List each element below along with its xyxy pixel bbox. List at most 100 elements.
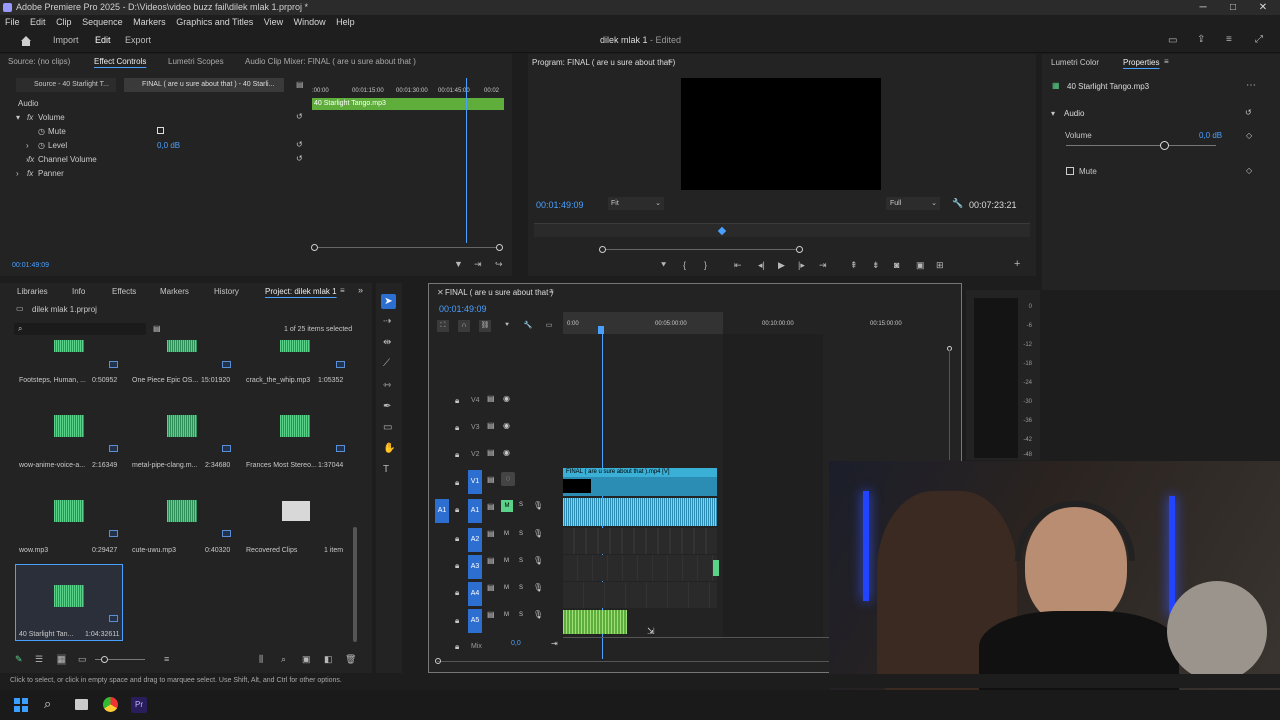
- sync-lock-icon[interactable]: ▤: [487, 583, 495, 592]
- audio-clip-a1[interactable]: [563, 498, 717, 526]
- project-menu-icon[interactable]: ≡: [340, 286, 345, 295]
- fullscreen-icon[interactable]: ⤢: [1255, 34, 1263, 45]
- solo-a1-button[interactable]: S: [519, 502, 523, 508]
- tab-libraries[interactable]: Libraries: [17, 287, 48, 296]
- lock-icon[interactable]: 🔒︎: [455, 505, 459, 515]
- track-select-icon[interactable]: ⇢: [383, 316, 391, 327]
- track-a2-target[interactable]: A2: [468, 528, 482, 552]
- tab-audio-clip-mixer[interactable]: Audio Clip Mixer: FINAL ( are u sure abo…: [245, 54, 416, 70]
- type-tool-icon[interactable]: T: [383, 464, 389, 475]
- audio-reset-icon[interactable]: ↺: [1245, 108, 1252, 117]
- video-clip[interactable]: FINAL ( are u sure about that ).mp4 [V]: [563, 468, 717, 496]
- audio-clip-a5-starlight[interactable]: [563, 610, 627, 634]
- sequence-clip-dropdown[interactable]: FINAL ( are u sure about that ) - 40 Sta…: [124, 78, 284, 92]
- tab-lumetri-scopes[interactable]: Lumetri Scopes: [168, 54, 224, 70]
- mute-a1-button[interactable]: M: [501, 500, 513, 512]
- menu-help[interactable]: Help: [336, 17, 355, 27]
- eye-icon[interactable]: ◉: [503, 394, 510, 403]
- program-menu-icon[interactable]: ≡: [668, 57, 673, 66]
- program-timecode[interactable]: 00:01:49:09: [536, 200, 584, 210]
- filter-icon[interactable]: ▼: [454, 259, 463, 269]
- track-a4-target[interactable]: A4: [468, 582, 482, 606]
- windows-start-icon[interactable]: [14, 698, 28, 712]
- new-item-icon[interactable]: ◧: [324, 654, 333, 665]
- pencil-icon[interactable]: ✎: [15, 654, 23, 665]
- volume-reset-icon[interactable]: ↺: [296, 112, 303, 121]
- horizontal-zoom-handle[interactable]: [435, 658, 441, 664]
- eye-icon[interactable]: ◉: [503, 448, 510, 457]
- audio-clip-a3-green[interactable]: [713, 560, 719, 576]
- clear-icon[interactable]: 🗑: [345, 654, 356, 665]
- menu-sequence[interactable]: Sequence: [82, 17, 123, 27]
- ec-zoom-bar[interactable]: [314, 247, 500, 248]
- timeline-settings-icon[interactable]: 🔧: [522, 320, 534, 332]
- level-expand-icon[interactable]: ›: [26, 141, 29, 150]
- camera-icon[interactable]: ◙: [894, 260, 899, 270]
- source-a1-patch[interactable]: A1: [435, 499, 449, 523]
- menu-window[interactable]: Window: [294, 17, 326, 27]
- program-zoom-right[interactable]: [796, 246, 803, 253]
- timeline-menu-icon[interactable]: ≡: [549, 287, 554, 296]
- quality-dropdown[interactable]: Full ⌄: [886, 197, 940, 210]
- mute-keyframe-icon[interactable]: ◇: [1246, 166, 1252, 175]
- lock-icon[interactable]: 🔒︎: [455, 561, 459, 571]
- sync-lock-icon[interactable]: ▤: [487, 448, 495, 457]
- track-a5-target[interactable]: A5: [468, 609, 482, 633]
- track-v1-target[interactable]: V1: [468, 470, 482, 494]
- lock-icon[interactable]: 🔒︎: [455, 588, 459, 598]
- find-icon[interactable]: ⌕: [281, 654, 286, 665]
- mute-button[interactable]: M: [504, 585, 509, 591]
- minimize-button[interactable]: ─: [1188, 0, 1218, 15]
- item-name[interactable]: Frances Most Stereo...: [246, 462, 317, 469]
- properties-volume-value[interactable]: 0,0 dB: [1199, 131, 1222, 140]
- mark-in-icon[interactable]: {: [683, 260, 686, 270]
- solo-button[interactable]: S: [519, 612, 523, 618]
- workspace-icon[interactable]: ▭: [1168, 35, 1177, 46]
- audio-thumbnail[interactable]: [54, 500, 84, 522]
- track-v3[interactable]: V3: [471, 424, 480, 431]
- solo-button[interactable]: S: [519, 585, 523, 591]
- automate-icon[interactable]: ⫼: [259, 654, 263, 665]
- mic-icon[interactable]: 🎙︎: [533, 556, 543, 565]
- hand-icon[interactable]: ✋: [383, 443, 395, 454]
- selection-tool-icon[interactable]: ➤: [381, 294, 396, 309]
- new-bin-icon[interactable]: ▣: [302, 654, 311, 665]
- chrome-icon[interactable]: [103, 697, 118, 712]
- properties-mute-checkbox[interactable]: [1066, 167, 1074, 175]
- mute-button[interactable]: M: [504, 612, 509, 618]
- level-value[interactable]: 0,0 dB: [157, 141, 180, 150]
- menu-icon[interactable]: ≡: [1226, 34, 1232, 45]
- timeline-close-icon[interactable]: ✕: [437, 288, 444, 297]
- sync-lock-icon[interactable]: ▤: [487, 556, 495, 565]
- menu-graphics-titles[interactable]: Graphics and Titles: [176, 17, 253, 27]
- zoom-slider-handle[interactable]: [101, 656, 108, 663]
- panner-expand-icon[interactable]: ›: [16, 169, 19, 178]
- item-name[interactable]: One Piece Epic OS...: [132, 377, 198, 384]
- timeline-empty-area[interactable]: [723, 334, 823, 639]
- lock-icon[interactable]: 🔒︎: [455, 534, 459, 544]
- tab-lumetri-color[interactable]: Lumetri Color: [1051, 58, 1099, 67]
- ec-zoom-handle-right[interactable]: [496, 244, 503, 251]
- item-name[interactable]: Footsteps, Human, ...: [19, 377, 86, 384]
- menu-view[interactable]: View: [264, 17, 283, 27]
- fit-dropdown[interactable]: Fit ⌄: [608, 197, 664, 210]
- project-scrollbar[interactable]: [353, 527, 357, 642]
- audio-clips-a4[interactable]: [563, 582, 717, 608]
- step-forward-icon[interactable]: |▸: [798, 260, 805, 271]
- volume-slider-handle[interactable]: [1160, 141, 1169, 150]
- bin-icon[interactable]: ▤: [153, 324, 161, 333]
- sync-lock-icon[interactable]: ▤: [487, 529, 495, 538]
- eye-icon[interactable]: ◉: [503, 421, 510, 430]
- audio-thumbnail[interactable]: [280, 415, 310, 437]
- audio-thumbnail[interactable]: [167, 500, 197, 522]
- mute-button[interactable]: M: [504, 558, 509, 564]
- button-editor-icon[interactable]: +: [1014, 258, 1020, 270]
- mic-icon[interactable]: 🎙︎: [533, 610, 543, 619]
- clip-menu-icon[interactable]: ▤: [296, 80, 304, 89]
- icon-view-icon[interactable]: ▦: [57, 654, 66, 665]
- mic-icon[interactable]: 🎙︎: [533, 529, 543, 538]
- sync-lock-icon[interactable]: ▤: [487, 502, 495, 511]
- audio-thumbnail[interactable]: [54, 585, 84, 607]
- insert-overwrite-icon[interactable]: ⛶: [437, 320, 449, 332]
- audio-thumbnail[interactable]: [54, 415, 84, 437]
